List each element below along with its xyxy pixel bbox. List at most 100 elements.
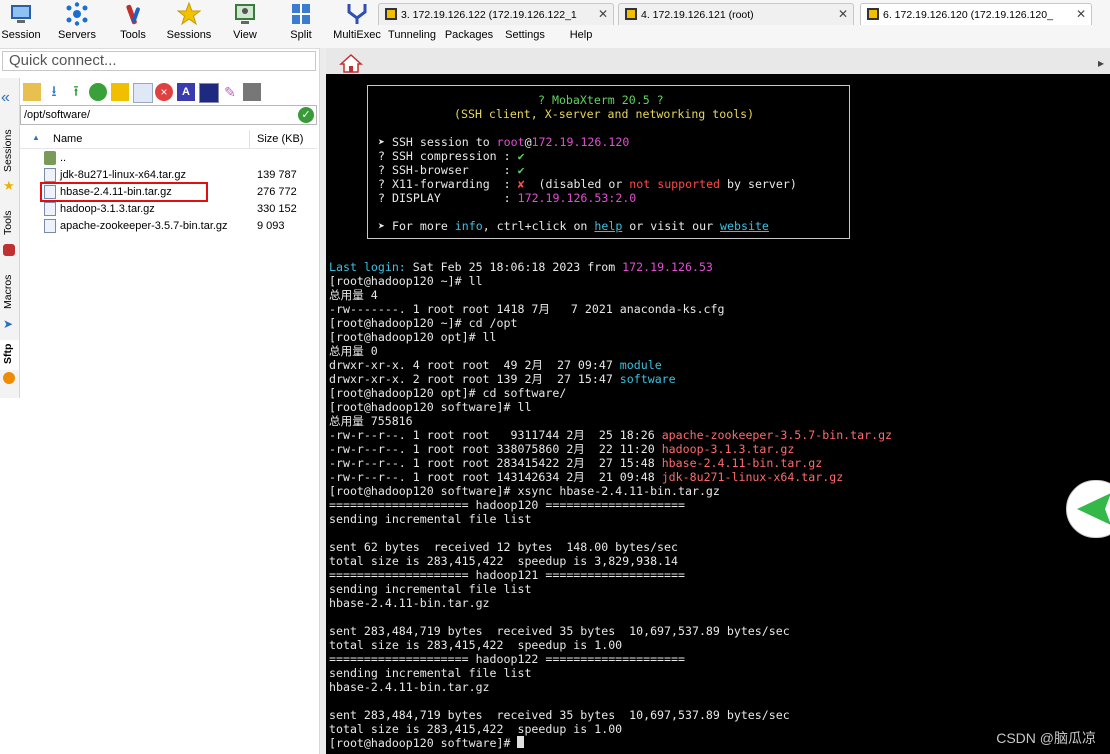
quick-connect-input[interactable]: Quick connect... xyxy=(2,51,316,71)
file-row[interactable]: hadoop-3.1.3.tar.gz 330 152 xyxy=(20,201,317,218)
tools-icon xyxy=(3,244,15,256)
column-size-header[interactable]: Size (KB) xyxy=(257,133,303,145)
prompt-text: [root@hadoop120 software]# xyxy=(329,736,518,750)
help-link[interactable]: help xyxy=(594,219,622,233)
file-size: 330 152 xyxy=(257,203,297,215)
restore-panel-button[interactable] xyxy=(1066,480,1110,538)
home-tab[interactable] xyxy=(338,52,366,74)
archive-name: apache-zookeeper-3.5.7-bin.tar.gz xyxy=(661,428,893,442)
terminal-line: 总用量 4 xyxy=(329,288,378,302)
banner-row-label: ? X11-forwarding : xyxy=(378,177,518,191)
side-tab-sftp-label: Sftp xyxy=(2,343,14,365)
terminal-icon[interactable] xyxy=(243,83,261,101)
session-tab[interactable]: 3. 172.19.126.122 (172.19.126.122_1 ✕ xyxy=(378,3,614,25)
tools-button[interactable]: Tools xyxy=(114,0,152,46)
close-icon[interactable]: ✕ xyxy=(598,7,608,21)
close-icon[interactable]: ✕ xyxy=(1076,7,1086,21)
text-file-icon[interactable] xyxy=(199,83,219,103)
terminal-line: total size is 283,415,422 speedup is 1.0… xyxy=(329,722,622,736)
side-tab-macros-label: Macros xyxy=(2,274,14,310)
terminal-text: sent 283,484,719 bytes received 35 bytes… xyxy=(329,708,790,722)
check-icon[interactable]: ✓ xyxy=(298,107,314,123)
terminal-line: ==================== hadoop122 =========… xyxy=(329,652,685,666)
permissions-icon[interactable]: ✎ xyxy=(221,83,239,101)
sessions-button[interactable]: Sessions xyxy=(166,0,212,46)
side-tab-tools[interactable]: Tools xyxy=(0,206,19,242)
session-tab-active[interactable]: 6. 172.19.126.120 (172.19.126.120_ ✕ xyxy=(860,3,1092,25)
side-tab-macros[interactable]: Macros xyxy=(0,270,19,316)
split-button[interactable]: Split xyxy=(284,0,318,46)
banner-footer-text: or visit our xyxy=(622,219,721,233)
session-tab[interactable]: 4. 172.19.126.121 (root) ✕ xyxy=(618,3,854,25)
terminal-text: -rw-r--r--. 1 root root 9311744 2月 25 18… xyxy=(329,428,662,442)
terminal-line: 总用量 755816 xyxy=(329,414,413,428)
upload-icon[interactable]: ⭱ xyxy=(67,83,85,101)
tab-title: 6. 172.19.126.120 (172.19.126.120_ xyxy=(883,9,1053,21)
banner-footer-text: ➤ For more xyxy=(378,219,455,233)
file-row[interactable]: apache-zookeeper-3.5.7-bin.tar.gz 9 093 xyxy=(20,218,317,235)
terminal-line: -rw-r--r--. 1 root root 143142634 2月 21 … xyxy=(329,470,843,484)
terminal-line: total size is 283,415,422 speedup is 3,8… xyxy=(329,554,678,568)
tools-label: Tools xyxy=(120,29,146,41)
terminal-text: hbase-2.4.11-bin.tar.gz xyxy=(329,596,490,610)
session-button[interactable]: Session xyxy=(0,0,42,46)
file-name: hadoop-3.1.3.tar.gz xyxy=(60,203,155,215)
view-button[interactable]: View xyxy=(228,0,262,46)
banner-row-label: ? SSH compression : xyxy=(378,149,518,163)
path-input[interactable]: /opt/software/ ✓ xyxy=(20,105,317,125)
terminal-text: [root@hadoop120 opt]# ll xyxy=(329,330,497,344)
panel-splitter[interactable] xyxy=(319,48,326,754)
terminal-line: ==================== hadoop120 =========… xyxy=(329,498,685,512)
new-folder-icon[interactable] xyxy=(111,83,129,101)
sort-asc-icon[interactable]: ▲ xyxy=(32,133,40,142)
side-tab-sftp[interactable]: Sftp xyxy=(0,340,19,370)
servers-icon xyxy=(66,2,88,26)
servers-button[interactable]: Servers xyxy=(54,0,100,46)
terminal-text: [root@hadoop120 opt]# cd software/ xyxy=(329,386,567,400)
download-icon[interactable]: ⭳ xyxy=(45,83,63,101)
archive-name: hbase-2.4.11-bin.tar.gz xyxy=(661,456,823,470)
terminal-line: [root@hadoop120 software]# xsync hbase-2… xyxy=(329,484,720,498)
view-icon xyxy=(235,4,255,24)
sessions-label: Sessions xyxy=(166,29,212,41)
parent-folder-icon[interactable] xyxy=(23,83,41,101)
file-row-parent[interactable]: .. xyxy=(20,150,317,167)
sftp-icon xyxy=(3,372,15,384)
terminal-line: -rw-r--r--. 1 root root 338075860 2月 22 … xyxy=(329,442,794,456)
terminal-text: [root@hadoop120 software]# xsync hbase-2… xyxy=(329,484,720,498)
tab-scroll-icon[interactable]: ▸ xyxy=(1098,52,1110,74)
banner-row-value: ✘ xyxy=(517,177,525,191)
terminal-text: 总用量 755816 xyxy=(329,414,413,428)
ssh-tab-icon xyxy=(867,8,879,20)
terminal[interactable]: ? MobaXterm 20.5 ? (SSH client, X-server… xyxy=(326,74,1110,754)
tab-title: 4. 172.19.126.121 (root) xyxy=(641,9,754,21)
terminal-text: sent 62 bytes received 12 bytes 148.00 b… xyxy=(329,540,679,554)
terminal-line: [root@hadoop120 ~]# cd /opt xyxy=(329,316,517,330)
terminal-text: [root@hadoop120 ~]# ll xyxy=(329,274,483,288)
terminal-line: total size is 283,415,422 speedup is 1.0… xyxy=(329,638,622,652)
terminal-line: ==================== hadoop121 =========… xyxy=(329,568,685,582)
delete-icon[interactable]: × xyxy=(155,83,173,101)
new-file-icon[interactable] xyxy=(133,83,153,103)
banner-row-value: ✔ xyxy=(517,149,525,163)
archive-file-icon xyxy=(44,202,56,216)
rename-icon[interactable]: A xyxy=(177,83,195,101)
terminal-line: [root@hadoop120 ~]# ll xyxy=(329,274,483,288)
multiexec-button[interactable]: MultiExec xyxy=(332,0,382,46)
split-icon xyxy=(292,4,310,24)
side-tab-sessions[interactable]: Sessions xyxy=(0,126,19,178)
website-link[interactable]: website xyxy=(720,219,769,233)
file-size: 276 772 xyxy=(257,186,297,198)
settings-label: Settings xyxy=(505,29,545,41)
terminal-text: sending incremental file list xyxy=(329,582,532,596)
terminal-line: -rw-------. 1 root root 1418 7月 7 2021 a… xyxy=(329,302,725,316)
help-label: Help xyxy=(569,29,593,41)
refresh-icon[interactable] xyxy=(89,83,107,101)
welcome-banner: ? MobaXterm 20.5 ? (SSH client, X-server… xyxy=(367,85,850,239)
collapse-icon[interactable]: « xyxy=(1,90,10,106)
column-name-header[interactable]: Name xyxy=(53,133,82,145)
close-icon[interactable]: ✕ xyxy=(838,7,848,21)
servers-label: Servers xyxy=(58,29,96,41)
terminal-text: sending incremental file list xyxy=(329,512,532,526)
terminal-line: sent 283,484,719 bytes received 35 bytes… xyxy=(329,708,790,722)
